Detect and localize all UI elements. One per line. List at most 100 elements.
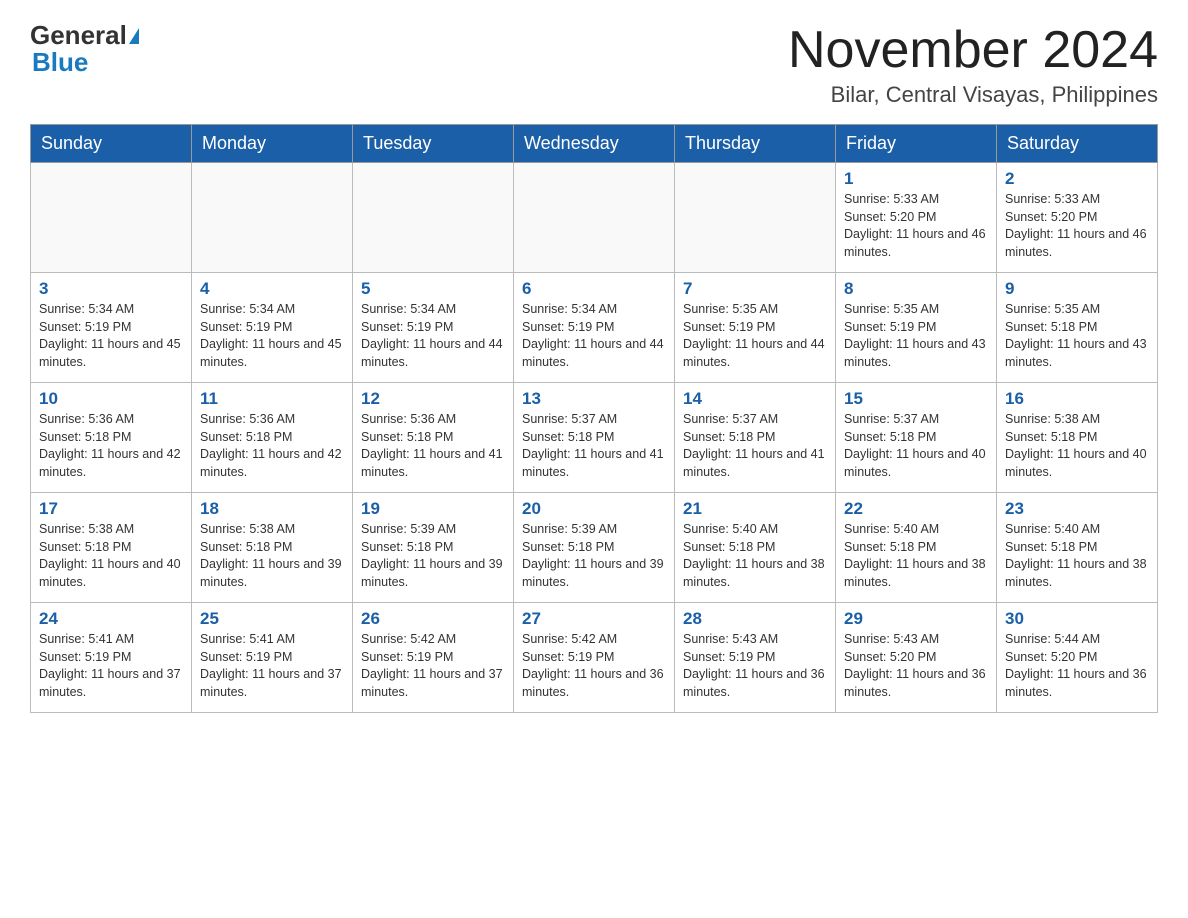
day-info: Sunrise: 5:40 AM Sunset: 5:18 PM Dayligh… — [683, 521, 827, 591]
day-number: 6 — [522, 279, 666, 299]
calendar-cell: 6Sunrise: 5:34 AM Sunset: 5:19 PM Daylig… — [514, 273, 675, 383]
day-info: Sunrise: 5:44 AM Sunset: 5:20 PM Dayligh… — [1005, 631, 1149, 701]
calendar-header: SundayMondayTuesdayWednesdayThursdayFrid… — [31, 125, 1158, 163]
calendar-cell: 30Sunrise: 5:44 AM Sunset: 5:20 PM Dayli… — [997, 603, 1158, 713]
calendar-week-1: 1Sunrise: 5:33 AM Sunset: 5:20 PM Daylig… — [31, 163, 1158, 273]
calendar-cell: 1Sunrise: 5:33 AM Sunset: 5:20 PM Daylig… — [836, 163, 997, 273]
weekday-row: SundayMondayTuesdayWednesdayThursdayFrid… — [31, 125, 1158, 163]
day-number: 26 — [361, 609, 505, 629]
day-info: Sunrise: 5:42 AM Sunset: 5:19 PM Dayligh… — [361, 631, 505, 701]
calendar-cell: 5Sunrise: 5:34 AM Sunset: 5:19 PM Daylig… — [353, 273, 514, 383]
weekday-header-sunday: Sunday — [31, 125, 192, 163]
calendar-cell: 28Sunrise: 5:43 AM Sunset: 5:19 PM Dayli… — [675, 603, 836, 713]
calendar-week-2: 3Sunrise: 5:34 AM Sunset: 5:19 PM Daylig… — [31, 273, 1158, 383]
weekday-header-monday: Monday — [192, 125, 353, 163]
day-number: 21 — [683, 499, 827, 519]
day-number: 7 — [683, 279, 827, 299]
calendar-table: SundayMondayTuesdayWednesdayThursdayFrid… — [30, 124, 1158, 713]
day-number: 30 — [1005, 609, 1149, 629]
logo-triangle-icon — [129, 28, 139, 44]
day-info: Sunrise: 5:34 AM Sunset: 5:19 PM Dayligh… — [200, 301, 344, 371]
calendar-cell: 20Sunrise: 5:39 AM Sunset: 5:18 PM Dayli… — [514, 493, 675, 603]
month-title: November 2024 — [788, 20, 1158, 80]
calendar-cell: 16Sunrise: 5:38 AM Sunset: 5:18 PM Dayli… — [997, 383, 1158, 493]
calendar-cell: 4Sunrise: 5:34 AM Sunset: 5:19 PM Daylig… — [192, 273, 353, 383]
day-number: 22 — [844, 499, 988, 519]
day-info: Sunrise: 5:36 AM Sunset: 5:18 PM Dayligh… — [361, 411, 505, 481]
day-info: Sunrise: 5:38 AM Sunset: 5:18 PM Dayligh… — [1005, 411, 1149, 481]
day-number: 23 — [1005, 499, 1149, 519]
day-number: 15 — [844, 389, 988, 409]
day-number: 4 — [200, 279, 344, 299]
weekday-header-saturday: Saturday — [997, 125, 1158, 163]
day-info: Sunrise: 5:33 AM Sunset: 5:20 PM Dayligh… — [844, 191, 988, 261]
day-number: 8 — [844, 279, 988, 299]
calendar-week-5: 24Sunrise: 5:41 AM Sunset: 5:19 PM Dayli… — [31, 603, 1158, 713]
day-info: Sunrise: 5:40 AM Sunset: 5:18 PM Dayligh… — [844, 521, 988, 591]
calendar-cell: 26Sunrise: 5:42 AM Sunset: 5:19 PM Dayli… — [353, 603, 514, 713]
calendar-cell: 27Sunrise: 5:42 AM Sunset: 5:19 PM Dayli… — [514, 603, 675, 713]
day-info: Sunrise: 5:35 AM Sunset: 5:19 PM Dayligh… — [683, 301, 827, 371]
day-info: Sunrise: 5:34 AM Sunset: 5:19 PM Dayligh… — [39, 301, 183, 371]
calendar-cell: 7Sunrise: 5:35 AM Sunset: 5:19 PM Daylig… — [675, 273, 836, 383]
calendar-cell: 25Sunrise: 5:41 AM Sunset: 5:19 PM Dayli… — [192, 603, 353, 713]
day-info: Sunrise: 5:43 AM Sunset: 5:19 PM Dayligh… — [683, 631, 827, 701]
calendar-cell — [31, 163, 192, 273]
calendar-cell — [675, 163, 836, 273]
calendar-cell — [514, 163, 675, 273]
day-info: Sunrise: 5:36 AM Sunset: 5:18 PM Dayligh… — [200, 411, 344, 481]
day-info: Sunrise: 5:41 AM Sunset: 5:19 PM Dayligh… — [200, 631, 344, 701]
page-header: General Blue November 2024 Bilar, Centra… — [30, 20, 1158, 108]
day-info: Sunrise: 5:37 AM Sunset: 5:18 PM Dayligh… — [844, 411, 988, 481]
day-number: 10 — [39, 389, 183, 409]
day-number: 17 — [39, 499, 183, 519]
day-info: Sunrise: 5:38 AM Sunset: 5:18 PM Dayligh… — [200, 521, 344, 591]
day-number: 11 — [200, 389, 344, 409]
location-title: Bilar, Central Visayas, Philippines — [788, 82, 1158, 108]
day-number: 13 — [522, 389, 666, 409]
day-number: 24 — [39, 609, 183, 629]
day-info: Sunrise: 5:38 AM Sunset: 5:18 PM Dayligh… — [39, 521, 183, 591]
weekday-header-friday: Friday — [836, 125, 997, 163]
day-info: Sunrise: 5:33 AM Sunset: 5:20 PM Dayligh… — [1005, 191, 1149, 261]
calendar-cell: 12Sunrise: 5:36 AM Sunset: 5:18 PM Dayli… — [353, 383, 514, 493]
calendar-cell: 8Sunrise: 5:35 AM Sunset: 5:19 PM Daylig… — [836, 273, 997, 383]
day-number: 18 — [200, 499, 344, 519]
day-info: Sunrise: 5:34 AM Sunset: 5:19 PM Dayligh… — [522, 301, 666, 371]
calendar-cell: 19Sunrise: 5:39 AM Sunset: 5:18 PM Dayli… — [353, 493, 514, 603]
day-info: Sunrise: 5:39 AM Sunset: 5:18 PM Dayligh… — [361, 521, 505, 591]
calendar-cell: 17Sunrise: 5:38 AM Sunset: 5:18 PM Dayli… — [31, 493, 192, 603]
logo-blue-text: Blue — [30, 47, 88, 78]
day-number: 3 — [39, 279, 183, 299]
day-info: Sunrise: 5:35 AM Sunset: 5:19 PM Dayligh… — [844, 301, 988, 371]
calendar-cell: 21Sunrise: 5:40 AM Sunset: 5:18 PM Dayli… — [675, 493, 836, 603]
calendar-cell: 11Sunrise: 5:36 AM Sunset: 5:18 PM Dayli… — [192, 383, 353, 493]
day-info: Sunrise: 5:37 AM Sunset: 5:18 PM Dayligh… — [522, 411, 666, 481]
calendar-cell — [353, 163, 514, 273]
calendar-cell: 15Sunrise: 5:37 AM Sunset: 5:18 PM Dayli… — [836, 383, 997, 493]
day-number: 5 — [361, 279, 505, 299]
day-info: Sunrise: 5:41 AM Sunset: 5:19 PM Dayligh… — [39, 631, 183, 701]
logo: General Blue — [30, 20, 139, 78]
day-info: Sunrise: 5:34 AM Sunset: 5:19 PM Dayligh… — [361, 301, 505, 371]
day-number: 27 — [522, 609, 666, 629]
day-number: 20 — [522, 499, 666, 519]
calendar-cell: 2Sunrise: 5:33 AM Sunset: 5:20 PM Daylig… — [997, 163, 1158, 273]
title-section: November 2024 Bilar, Central Visayas, Ph… — [788, 20, 1158, 108]
day-info: Sunrise: 5:39 AM Sunset: 5:18 PM Dayligh… — [522, 521, 666, 591]
day-number: 28 — [683, 609, 827, 629]
calendar-cell: 22Sunrise: 5:40 AM Sunset: 5:18 PM Dayli… — [836, 493, 997, 603]
day-info: Sunrise: 5:43 AM Sunset: 5:20 PM Dayligh… — [844, 631, 988, 701]
calendar-cell: 9Sunrise: 5:35 AM Sunset: 5:18 PM Daylig… — [997, 273, 1158, 383]
day-info: Sunrise: 5:37 AM Sunset: 5:18 PM Dayligh… — [683, 411, 827, 481]
weekday-header-thursday: Thursday — [675, 125, 836, 163]
weekday-header-tuesday: Tuesday — [353, 125, 514, 163]
day-info: Sunrise: 5:36 AM Sunset: 5:18 PM Dayligh… — [39, 411, 183, 481]
day-info: Sunrise: 5:42 AM Sunset: 5:19 PM Dayligh… — [522, 631, 666, 701]
day-info: Sunrise: 5:40 AM Sunset: 5:18 PM Dayligh… — [1005, 521, 1149, 591]
calendar-cell — [192, 163, 353, 273]
calendar-cell: 14Sunrise: 5:37 AM Sunset: 5:18 PM Dayli… — [675, 383, 836, 493]
day-number: 12 — [361, 389, 505, 409]
day-number: 16 — [1005, 389, 1149, 409]
day-info: Sunrise: 5:35 AM Sunset: 5:18 PM Dayligh… — [1005, 301, 1149, 371]
